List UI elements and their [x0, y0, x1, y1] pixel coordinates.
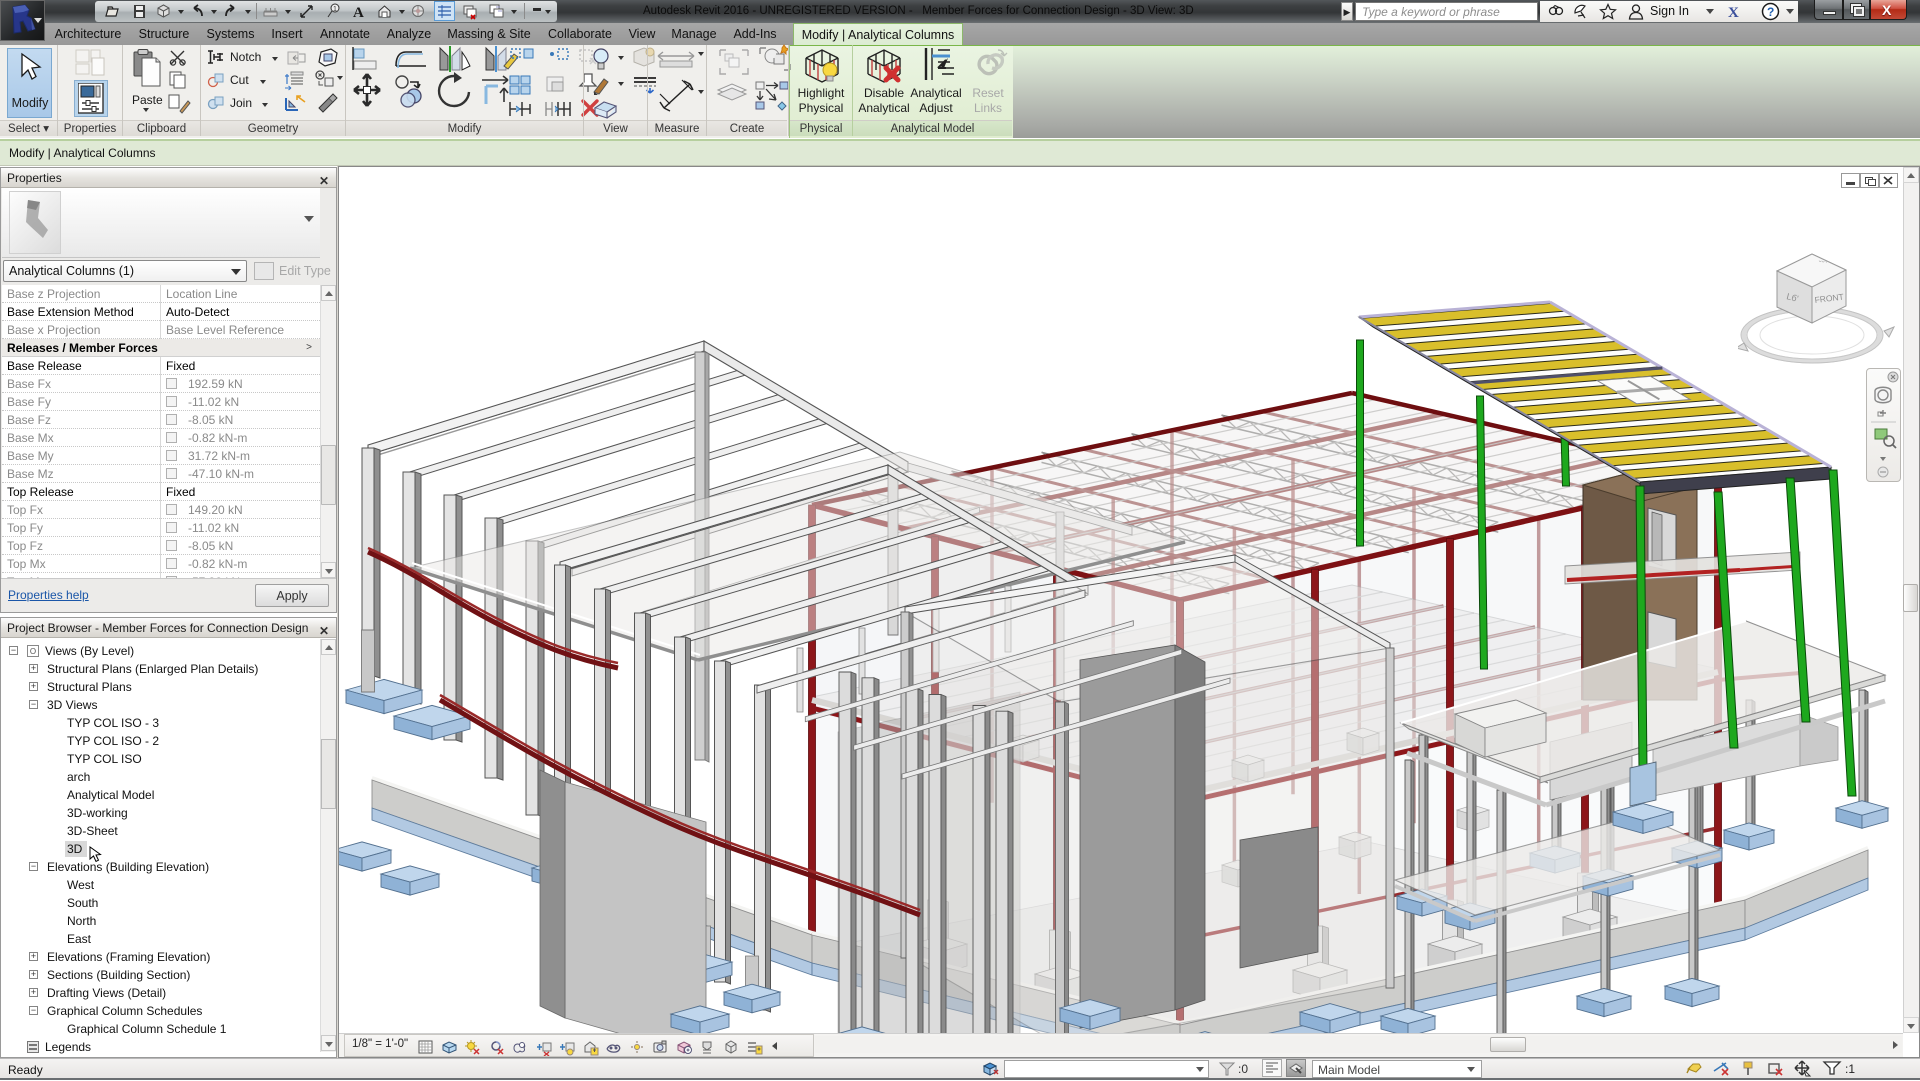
svg-text:ˇˇˋ: ˇˇˋ	[1818, 259, 1828, 270]
svg-text:X: X	[1728, 5, 1739, 20]
svg-text:?: ?	[1767, 5, 1774, 19]
svg-text:1: 1	[333, 6, 337, 13]
svg-text:A: A	[353, 5, 364, 20]
